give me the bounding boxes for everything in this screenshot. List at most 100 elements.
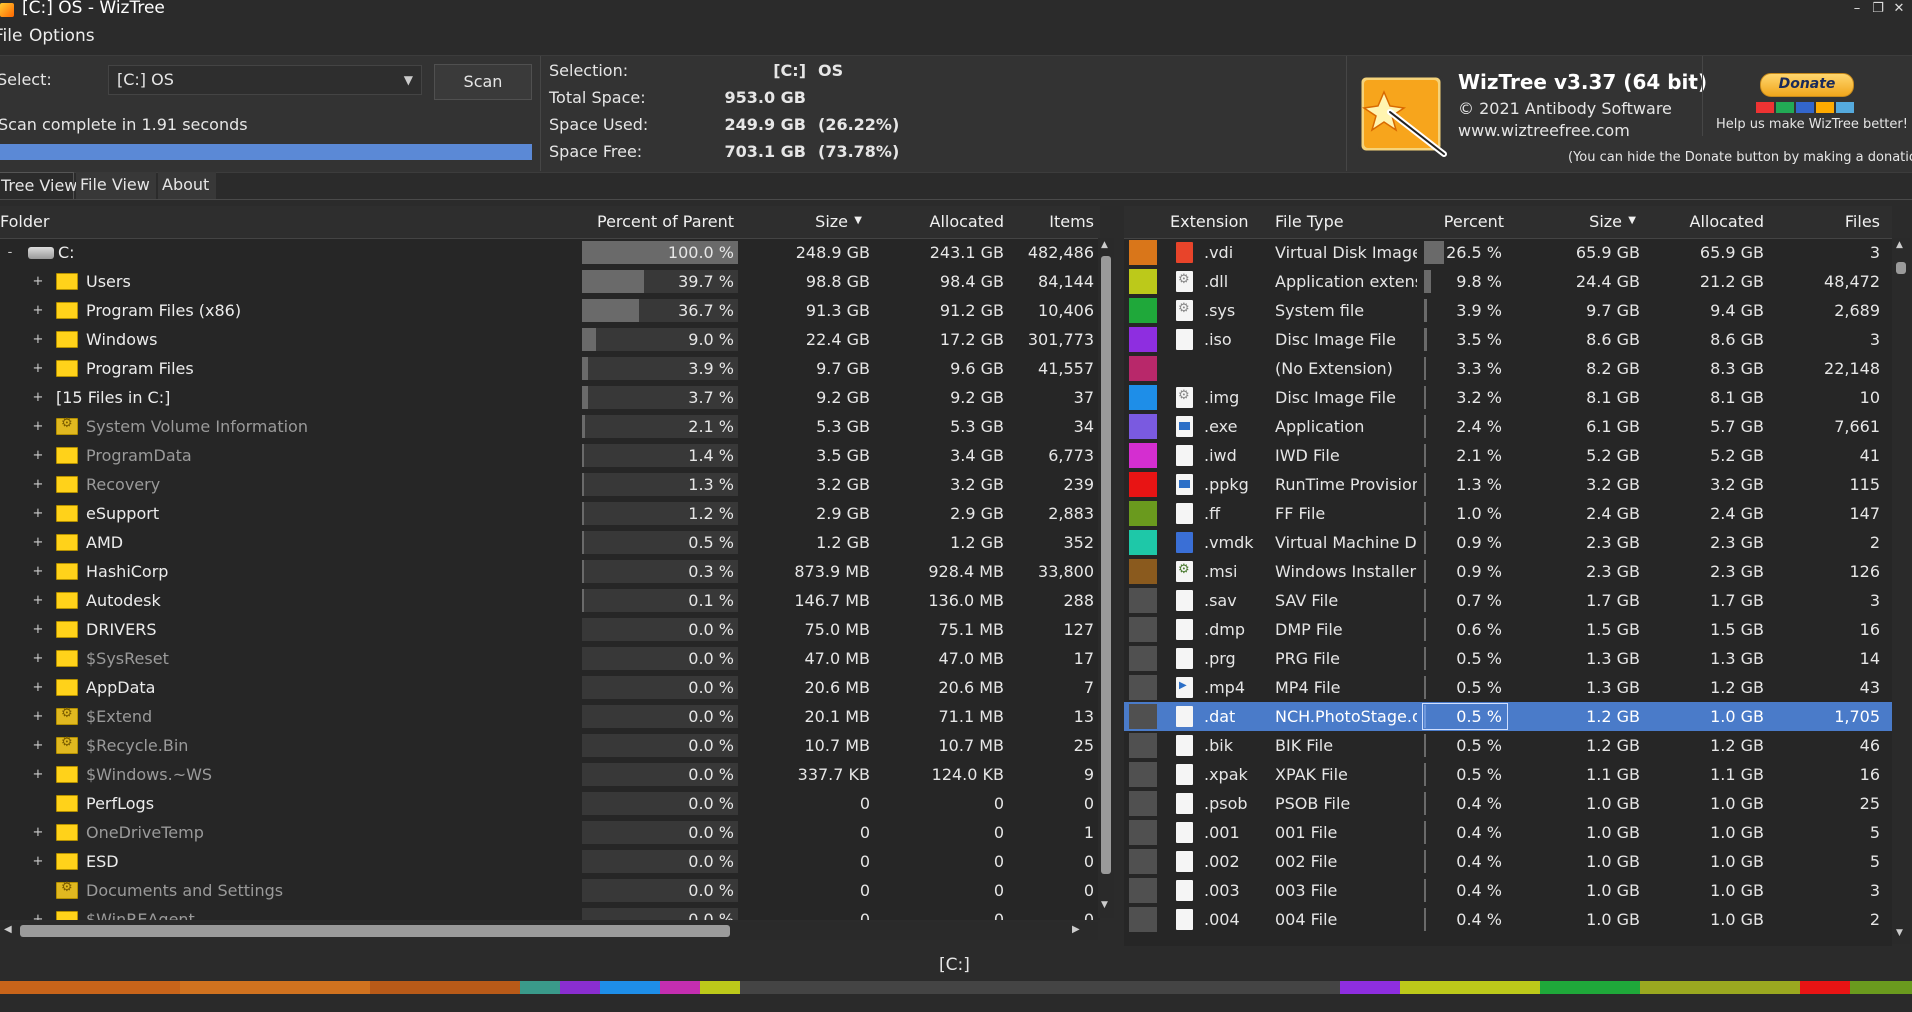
column-header-file-size[interactable]: Size ▼ (1534, 212, 1638, 231)
drive-select[interactable]: [C:] OS ▼ (108, 65, 422, 95)
scroll-down-icon[interactable]: ▼ (1896, 928, 1903, 938)
tree-row[interactable]: + Program Files (x86) 36.7 % 91.3 GB 91.2 GB… (0, 296, 1100, 325)
column-header-files[interactable]: Files (1784, 212, 1880, 231)
splitter[interactable] (1116, 200, 1124, 946)
expand-toggle-icon[interactable]: + (32, 615, 44, 644)
expand-toggle-icon[interactable]: + (32, 325, 44, 354)
expand-toggle-icon[interactable]: + (32, 818, 44, 847)
column-header-items[interactable]: Items (1010, 212, 1094, 231)
expand-toggle-icon[interactable]: + (32, 383, 44, 412)
website-link[interactable]: www.wiztreefree.com (1458, 121, 1630, 140)
tree-horizontal-scrollbar[interactable]: ◀ ▶ (0, 922, 1098, 940)
file-row[interactable]: .psob PSOB File 0.4 % 1.0 GB 1.0 GB 25 (1124, 789, 1892, 818)
scroll-up-icon[interactable]: ▲ (1101, 240, 1108, 250)
expand-toggle-icon[interactable]: + (32, 644, 44, 673)
file-vertical-scrollbar[interactable]: ▲ ▼ (1892, 238, 1910, 944)
file-row[interactable]: .004 004 File 0.4 % 1.0 GB 1.0 GB 2 (1124, 905, 1892, 934)
file-row[interactable]: .sys System file 3.9 % 9.7 GB 9.4 GB 2,689 (1124, 296, 1892, 325)
tree-row[interactable]: + [15 Files in C:] 3.7 % 9.2 GB 9.2 GB 37 (0, 383, 1100, 412)
tab-tree-view[interactable]: Tree View (0, 172, 77, 199)
file-row[interactable]: .iso Disc Image File 3.5 % 8.6 GB 8.6 GB 3 (1124, 325, 1892, 354)
column-header-extension[interactable]: Extension (1170, 212, 1249, 231)
file-row[interactable]: .001 001 File 0.4 % 1.0 GB 1.0 GB 5 (1124, 818, 1892, 847)
expand-toggle-icon[interactable]: + (32, 412, 44, 441)
scan-button[interactable]: Scan (434, 64, 532, 100)
tree-row[interactable]: + ProgramData 1.4 % 3.5 GB 3.4 GB 6,773 (0, 441, 1100, 470)
tree-row[interactable]: + DRIVERS 0.0 % 75.0 MB 75.1 MB 127 (0, 615, 1100, 644)
minimize-icon[interactable]: – (1846, 0, 1868, 20)
column-header-allocated[interactable]: Allocated (880, 212, 1005, 231)
tree-row[interactable]: + HashiCorp 0.3 % 873.9 MB 928.4 MB 33,800 (0, 557, 1100, 586)
expand-toggle-icon[interactable]: + (32, 702, 44, 731)
expand-toggle-icon[interactable]: + (32, 731, 44, 760)
expand-toggle-icon[interactable]: + (32, 499, 44, 528)
file-row[interactable]: .prg PRG File 0.5 % 1.3 GB 1.3 GB 14 (1124, 644, 1892, 673)
column-header-size[interactable]: Size ▼ (760, 212, 864, 231)
file-row-selected[interactable]: .dat NCH.PhotoStage.dat 0.5 % 1.2 GB 1.0 GB 1… (1124, 702, 1892, 731)
file-row[interactable]: .003 003 File 0.4 % 1.0 GB 1.0 GB 3 (1124, 876, 1892, 905)
tree-row[interactable]: + Windows 9.0 % 22.4 GB 17.2 GB 301,773 (0, 325, 1100, 354)
tree-row[interactable]: + $Extend 0.0 % 20.1 MB 71.1 MB 13 (0, 702, 1100, 731)
tree-row[interactable]: + AMD 0.5 % 1.2 GB 1.2 GB 352 (0, 528, 1100, 557)
file-row[interactable]: (No Extension) 3.3 % 8.2 GB 8.3 GB 22,148 (1124, 354, 1892, 383)
tree-row[interactable]: PerfLogs 0.0 % 0 0 0 (0, 789, 1100, 818)
expand-toggle-icon[interactable]: + (32, 470, 44, 499)
tree-row[interactable]: + $WinREAgent 0.0 % 0 0 0 (0, 905, 1100, 920)
tree-vertical-scroll-thumb[interactable] (1101, 256, 1111, 874)
file-row[interactable]: .msi Windows Installer 0.9 % 2.3 GB 2.3 GB 12… (1124, 557, 1892, 586)
tree-row[interactable]: + Users 39.7 % 98.8 GB 98.4 GB 84,144 (0, 267, 1100, 296)
tree-vertical-scrollbar[interactable]: ▲ ▼ (1098, 238, 1114, 918)
file-row[interactable]: .dmp DMP File 0.6 % 1.5 GB 1.5 GB 16 (1124, 615, 1892, 644)
file-row[interactable]: .dll Application extension 9.8 % 24.4 GB 21.… (1124, 267, 1892, 296)
scroll-left-icon[interactable]: ◀ (4, 924, 12, 935)
expand-toggle-icon[interactable]: + (32, 760, 44, 789)
tree-row[interactable]: + ESD 0.0 % 0 0 0 (0, 847, 1100, 876)
tree-row[interactable]: + System Volume Information 2.1 % 5.3 GB 5.3… (0, 412, 1100, 441)
menu-file[interactable]: File (0, 26, 22, 46)
column-header-folder[interactable]: Folder (0, 212, 49, 231)
column-header-file-type[interactable]: File Type (1275, 212, 1344, 231)
donate-button[interactable]: Donate (1760, 73, 1854, 97)
tree-row[interactable]: + Autodesk 0.1 % 146.7 MB 136.0 MB 288 (0, 586, 1100, 615)
expand-toggle-icon[interactable]: + (32, 441, 44, 470)
expand-toggle-icon[interactable]: + (32, 673, 44, 702)
file-vertical-scroll-thumb[interactable] (1896, 262, 1906, 274)
tree-row[interactable]: + $Windows.~WS 0.0 % 337.7 KB 124.0 KB 9 (0, 760, 1100, 789)
file-row[interactable]: .vdi Virtual Disk Image 26.5 % 65.9 GB 65.9 … (1124, 238, 1892, 267)
file-row[interactable]: .002 002 File 0.4 % 1.0 GB 1.0 GB 5 (1124, 847, 1892, 876)
tree-row[interactable]: + OneDriveTemp 0.0 % 0 0 1 (0, 818, 1100, 847)
tree-row[interactable]: + AppData 0.0 % 20.6 MB 20.6 MB 7 (0, 673, 1100, 702)
file-row[interactable]: .ppkg RunTime Provisioning 1.3 % 3.2 GB 3.2 … (1124, 470, 1892, 499)
maximize-icon[interactable]: ❐ (1867, 0, 1889, 20)
tree-row[interactable]: - C: 100.0 % 248.9 GB 243.1 GB 482,486 (0, 238, 1100, 267)
tree-row[interactable]: + Program Files 3.9 % 9.7 GB 9.6 GB 41,557 (0, 354, 1100, 383)
expand-toggle-icon[interactable]: + (32, 296, 44, 325)
tree-row[interactable]: + $SysReset 0.0 % 47.0 MB 47.0 MB 17 (0, 644, 1100, 673)
file-row[interactable]: .img Disc Image File 3.2 % 8.1 GB 8.1 GB 10 (1124, 383, 1892, 412)
tree-horizontal-scroll-thumb[interactable] (20, 925, 730, 937)
treemap-strip[interactable] (0, 980, 1912, 995)
tree-row[interactable]: + eSupport 1.2 % 2.9 GB 2.9 GB 2,883 (0, 499, 1100, 528)
expand-toggle-icon[interactable]: + (32, 586, 44, 615)
expand-toggle-icon[interactable]: + (32, 528, 44, 557)
file-row[interactable]: .iwd IWD File 2.1 % 5.2 GB 5.2 GB 41 (1124, 441, 1892, 470)
file-row[interactable]: .ff FF File 1.0 % 2.4 GB 2.4 GB 147 (1124, 499, 1892, 528)
column-header-percent[interactable]: Percent (1420, 212, 1504, 231)
tree-row[interactable]: Documents and Settings 0.0 % 0 0 0 (0, 876, 1100, 905)
scroll-up-icon[interactable]: ▲ (1896, 240, 1903, 250)
scroll-right-icon[interactable]: ▶ (1072, 924, 1080, 935)
tree-row[interactable]: + $Recycle.Bin 0.0 % 10.7 MB 10.7 MB 25 (0, 731, 1100, 760)
close-icon[interactable]: ✕ (1888, 0, 1910, 20)
tab-file-view[interactable]: File View (76, 172, 156, 199)
column-header-percent-of-parent[interactable]: Percent of Parent (560, 212, 734, 231)
expand-toggle-icon[interactable]: + (32, 557, 44, 586)
column-header-file-allocated[interactable]: Allocated (1654, 212, 1765, 231)
expand-toggle-icon[interactable]: - (4, 238, 16, 267)
scroll-down-icon[interactable]: ▼ (1101, 900, 1108, 910)
file-row[interactable]: .bik BIK File 0.5 % 1.2 GB 1.2 GB 46 (1124, 731, 1892, 760)
menu-options[interactable]: Options (29, 26, 95, 46)
expand-toggle-icon[interactable]: + (32, 847, 44, 876)
file-row[interactable]: .vmdk Virtual Machine Disk 0.9 % 2.3 GB 2.3 … (1124, 528, 1892, 557)
expand-toggle-icon[interactable]: + (32, 905, 44, 920)
tree-row[interactable]: + Recovery 1.3 % 3.2 GB 3.2 GB 239 (0, 470, 1100, 499)
